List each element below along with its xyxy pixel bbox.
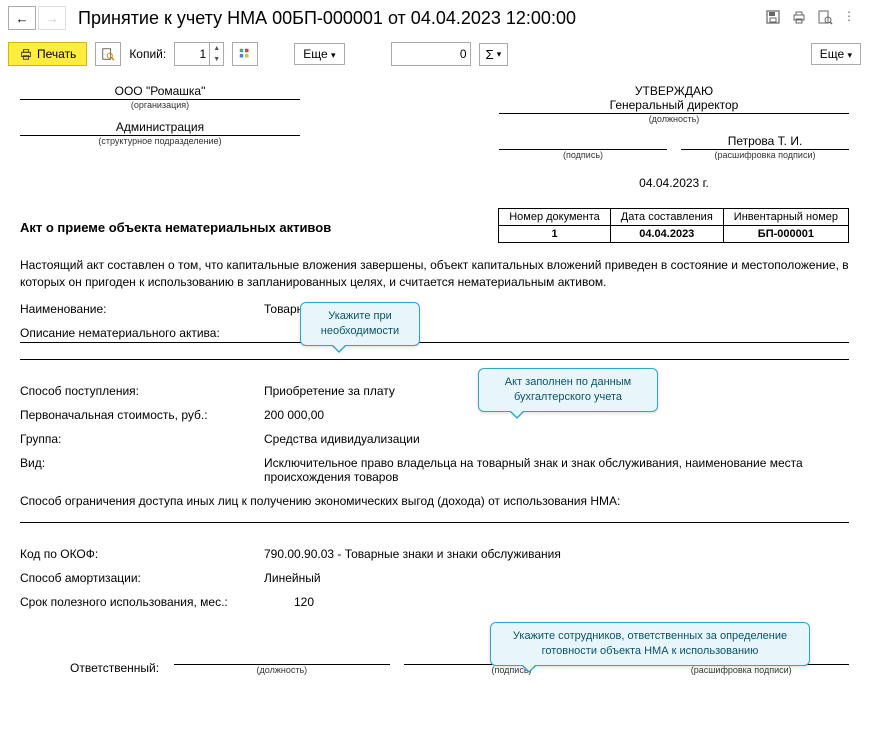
cost-label: Первоначальная стоимость, руб.: — [20, 408, 250, 422]
back-button[interactable]: ← — [8, 6, 36, 30]
more-button-1[interactable]: Еще ▾ — [294, 43, 344, 65]
decipher-caption: (расшифровка подписи) — [681, 150, 849, 160]
page-title: Принятие к учету НМА 00БП-000001 от 04.0… — [78, 8, 765, 29]
copies-down[interactable]: ▼ — [210, 54, 223, 65]
position-caption: (должность) — [499, 114, 849, 124]
copies-label: Копий: — [129, 47, 166, 61]
method-label: Способ поступления: — [20, 384, 250, 398]
zero-input[interactable] — [392, 43, 470, 65]
meta-h3: Инвентарный номер — [723, 209, 848, 226]
meta-h1: Номер документа — [499, 209, 611, 226]
callout-1: Укажите при необходимости — [300, 302, 420, 346]
resp-label: Ответственный: — [20, 661, 160, 675]
dept-caption: (структурное подразделение) — [20, 136, 300, 146]
copies-input-wrap: ▲ ▼ — [174, 42, 224, 66]
okof-value: 790.00.90.03 - Товарные знаки и знаки об… — [264, 547, 849, 561]
amort-value: Линейный — [264, 571, 849, 585]
print-button-label: Печать — [37, 47, 76, 61]
resp-pos-caption: (должность) — [174, 665, 390, 675]
restrict-text: Способ ограничения доступа иных лиц к по… — [20, 494, 620, 508]
zoom-button[interactable] — [95, 42, 121, 66]
approve-position: Генеральный директор — [499, 98, 849, 114]
meta-h2: Дата составления — [610, 209, 723, 226]
desc-label: Описание нематериального актива: — [20, 326, 220, 340]
life-value: 120 — [294, 595, 849, 609]
save-icon[interactable] — [765, 9, 781, 28]
meta-v3: БП-000001 — [723, 226, 848, 243]
copies-up[interactable]: ▲ — [210, 43, 223, 54]
meta-v1: 1 — [499, 226, 611, 243]
body-text: Настоящий акт составлен о том, что капит… — [20, 257, 849, 292]
decipher-value: Петрова Т. И. — [681, 134, 849, 150]
menu-icon[interactable]: ⋮ — [843, 9, 855, 28]
life-label: Срок полезного использования, мес.: — [20, 595, 280, 609]
meta-v2: 04.04.2023 — [610, 226, 723, 243]
more-button-2[interactable]: Еще ▾ — [811, 43, 861, 65]
print-icon[interactable] — [791, 9, 807, 28]
forward-button[interactable]: → — [38, 6, 66, 30]
preview-icon[interactable] — [817, 9, 833, 28]
name-label: Наименование: — [20, 302, 250, 316]
group-label: Группа: — [20, 432, 250, 446]
amort-label: Способ амортизации: — [20, 571, 250, 585]
meta-table: Номер документа Дата составления Инвента… — [498, 208, 849, 243]
zero-input-wrap — [391, 42, 471, 66]
callout-2: Акт заполнен по данным бухгалтерского уч… — [478, 368, 658, 412]
sign-caption: (подпись) — [499, 150, 667, 160]
sigma-button[interactable]: Σ ▾ — [479, 43, 509, 66]
okof-label: Код по ОКОФ: — [20, 547, 250, 561]
org-caption: (организация) — [20, 100, 300, 110]
approve-date: 04.04.2023 г. — [499, 176, 849, 190]
kind-label: Вид: — [20, 456, 250, 470]
resp-decipher-caption: (расшифровка подписи) — [633, 665, 849, 675]
org-value: ООО "Ромашка" — [20, 84, 300, 100]
resp-sign-caption: (подпись) — [404, 665, 620, 675]
doc-main-title: Акт о приеме объекта нематериальных акти… — [20, 220, 331, 243]
group-value: Средства идивидуализации — [264, 432, 849, 446]
approve-title: УТВЕРЖДАЮ — [499, 84, 849, 98]
kind-value: Исключительное право владельца на товарн… — [264, 456, 849, 484]
dept-value: Администрация — [20, 120, 300, 136]
print-button[interactable]: Печать — [8, 42, 87, 66]
settings-grid-button[interactable] — [232, 42, 258, 66]
copies-input[interactable] — [175, 43, 209, 65]
callout-3: Укажите сотрудников, ответственных за оп… — [490, 622, 810, 666]
document-area: ООО "Ромашка" (организация) Администраци… — [0, 72, 869, 732]
